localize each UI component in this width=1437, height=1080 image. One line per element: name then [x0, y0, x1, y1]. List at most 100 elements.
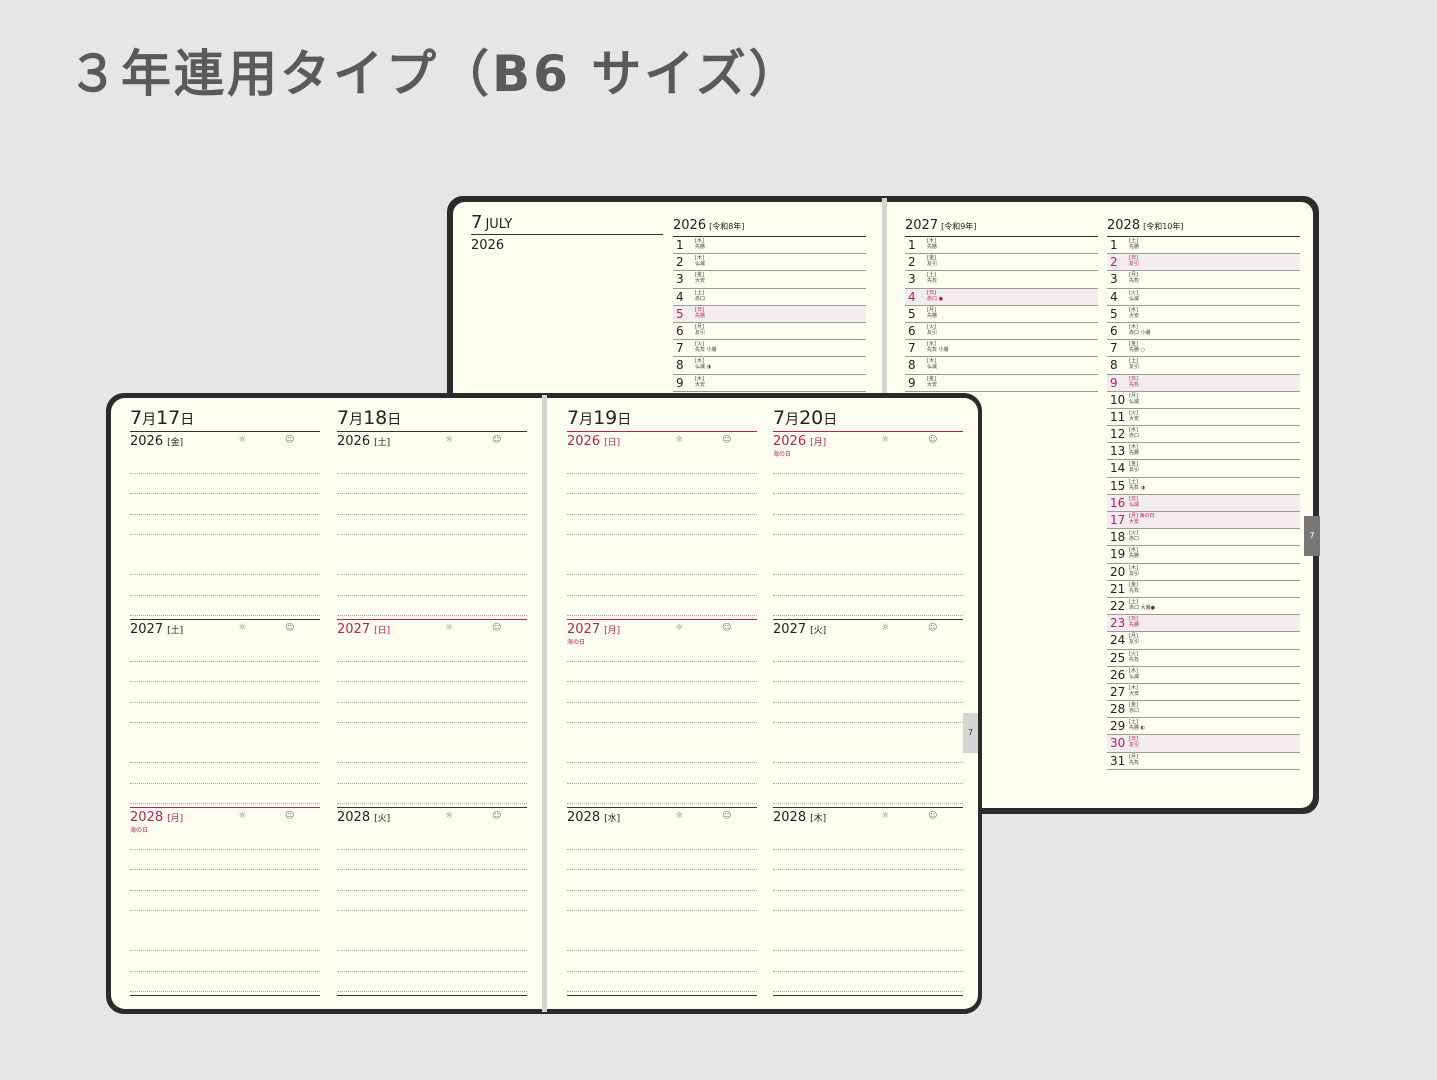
calendar-day-row[interactable]: 6 [木] 赤口 小暑	[1107, 323, 1300, 341]
calendar-day-row[interactable]: 7 [火] 先負 小暑	[673, 340, 866, 358]
calendar-day-row[interactable]: 1 [水] 先勝	[673, 237, 866, 255]
writing-line[interactable]	[337, 951, 527, 972]
writing-line[interactable]	[567, 575, 757, 596]
writing-line[interactable]	[130, 829, 320, 850]
writing-line[interactable]	[567, 723, 757, 743]
writing-line[interactable]	[567, 515, 757, 535]
writing-line[interactable]	[773, 743, 963, 763]
calendar-day-row[interactable]: 18 [火] 赤口	[1107, 529, 1300, 547]
writing-line[interactable]	[337, 972, 527, 992]
writing-line[interactable]	[337, 535, 527, 555]
writing-line[interactable]	[567, 931, 757, 951]
writing-line[interactable]	[130, 743, 320, 763]
writing-line[interactable]	[130, 494, 320, 515]
writing-line[interactable]	[773, 453, 963, 474]
calendar-day-row[interactable]: 2 [金] 友引	[905, 254, 1098, 272]
writing-line[interactable]	[130, 850, 320, 870]
writing-line[interactable]	[130, 596, 320, 616]
calendar-day-row[interactable]: 17 [月] 海の日 大安	[1107, 512, 1300, 530]
writing-line[interactable]	[130, 891, 320, 911]
calendar-day-row[interactable]: 4 [火] 仏滅	[1107, 289, 1300, 306]
calendar-day-row[interactable]: 3 [金] 大安	[673, 271, 866, 289]
writing-line[interactable]	[130, 682, 320, 703]
writing-line[interactable]	[567, 951, 757, 972]
calendar-day-row[interactable]: 4 [日] 赤口 ●	[905, 288, 1098, 306]
writing-line[interactable]	[337, 829, 527, 850]
writing-line[interactable]	[130, 784, 320, 804]
writing-line[interactable]	[337, 575, 527, 596]
calendar-day-row[interactable]: 1 [土] 先勝	[1107, 237, 1300, 255]
writing-line[interactable]	[773, 972, 963, 992]
calendar-day-row[interactable]: 19 [水] 先勝	[1107, 546, 1300, 564]
writing-line[interactable]	[130, 515, 320, 535]
writing-line[interactable]	[567, 641, 757, 662]
writing-line[interactable]	[337, 723, 527, 743]
calendar-day-row[interactable]: 8 [水] 仏滅 ◑	[673, 357, 866, 375]
writing-line[interactable]	[773, 951, 963, 972]
writing-line[interactable]	[130, 763, 320, 784]
writing-line[interactable]	[773, 596, 963, 616]
calendar-day-row[interactable]: 4 [土] 赤口	[673, 289, 866, 306]
writing-line[interactable]	[130, 575, 320, 596]
writing-line[interactable]	[130, 535, 320, 555]
writing-line[interactable]	[567, 829, 757, 850]
calendar-day-row[interactable]: 2 [日] 友引	[1107, 254, 1300, 272]
calendar-day-row[interactable]: 3 [土] 先負	[905, 271, 1098, 289]
writing-line[interactable]	[337, 931, 527, 951]
writing-lines[interactable]	[773, 453, 963, 619]
writing-lines[interactable]	[337, 453, 527, 619]
writing-line[interactable]	[130, 911, 320, 931]
writing-line[interactable]	[773, 870, 963, 891]
calendar-day-row[interactable]: 12 [水] 赤口	[1107, 426, 1300, 444]
calendar-day-row[interactable]: 27 [木] 大安	[1107, 684, 1300, 702]
calendar-day-row[interactable]: 7 [水] 先負 小暑	[905, 340, 1098, 358]
calendar-day-row[interactable]: 10 [月] 仏滅	[1107, 392, 1300, 409]
writing-line[interactable]	[567, 703, 757, 723]
writing-lines[interactable]	[773, 641, 963, 807]
writing-line[interactable]	[567, 682, 757, 703]
writing-line[interactable]	[773, 662, 963, 682]
writing-line[interactable]	[337, 911, 527, 931]
writing-lines[interactable]	[337, 641, 527, 807]
calendar-day-row[interactable]: 16 [日] 仏滅	[1107, 494, 1300, 512]
calendar-day-row[interactable]: 21 [金] 先負	[1107, 581, 1300, 598]
writing-line[interactable]	[130, 703, 320, 723]
writing-line[interactable]	[567, 784, 757, 804]
writing-lines[interactable]	[337, 829, 527, 995]
writing-line[interactable]	[567, 891, 757, 911]
calendar-day-row[interactable]: 25 [火] 先負	[1107, 650, 1300, 667]
writing-line[interactable]	[130, 972, 320, 992]
writing-line[interactable]	[337, 555, 527, 575]
month-index-tab[interactable]: 7	[963, 713, 978, 753]
writing-line[interactable]	[337, 515, 527, 535]
writing-lines[interactable]	[130, 453, 320, 619]
writing-line[interactable]	[130, 662, 320, 682]
calendar-day-row[interactable]: 8 [土] 友引	[1107, 357, 1300, 375]
writing-line[interactable]	[567, 763, 757, 784]
writing-line[interactable]	[130, 723, 320, 743]
writing-line[interactable]	[773, 494, 963, 515]
calendar-day-row[interactable]: 3 [月] 先負	[1107, 271, 1300, 289]
calendar-day-row[interactable]: 11 [火] 大安	[1107, 409, 1300, 427]
writing-line[interactable]	[567, 555, 757, 575]
writing-line[interactable]	[337, 662, 527, 682]
writing-line[interactable]	[773, 474, 963, 494]
writing-line[interactable]	[130, 641, 320, 662]
calendar-day-row[interactable]: 24 [月] 友引	[1107, 632, 1300, 650]
writing-line[interactable]	[130, 951, 320, 972]
writing-lines[interactable]	[567, 829, 757, 995]
writing-line[interactable]	[773, 703, 963, 723]
writing-line[interactable]	[567, 494, 757, 515]
writing-line[interactable]	[337, 641, 527, 662]
writing-line[interactable]	[337, 474, 527, 494]
writing-line[interactable]	[773, 784, 963, 804]
writing-line[interactable]	[773, 931, 963, 951]
writing-line[interactable]	[337, 494, 527, 515]
calendar-day-row[interactable]: 20 [木] 友引	[1107, 564, 1300, 581]
writing-line[interactable]	[773, 850, 963, 870]
writing-line[interactable]	[337, 784, 527, 804]
writing-line[interactable]	[773, 515, 963, 535]
writing-lines[interactable]	[567, 641, 757, 807]
calendar-day-row[interactable]: 5 [日] 先勝	[673, 305, 866, 323]
calendar-day-row[interactable]: 29 [土] 先勝 ◐	[1107, 718, 1300, 736]
